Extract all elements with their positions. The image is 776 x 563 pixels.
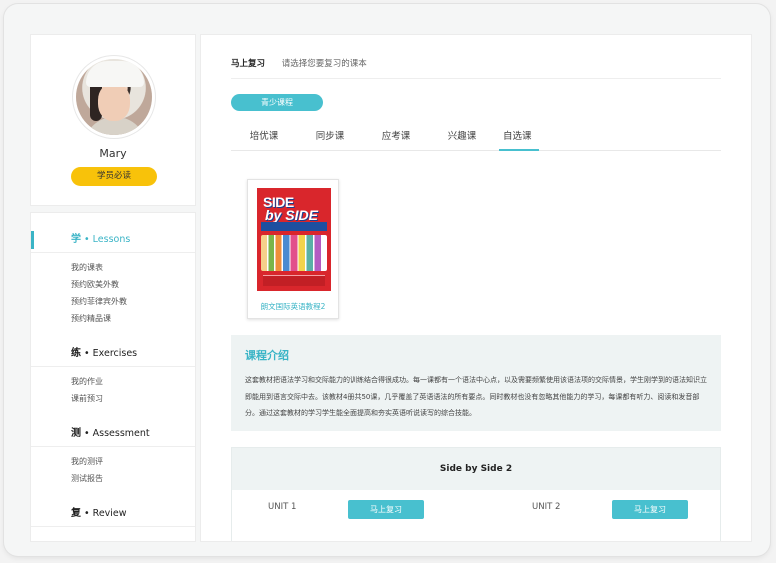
profile-card: Mary 学员必读 — [30, 34, 196, 206]
unit-label: UNIT 2 — [532, 502, 561, 512]
app-frame: Mary 学员必读 学 • Lessons 我的课表 预约欧美外教 预约菲律宾外… — [4, 4, 770, 556]
divider — [231, 78, 721, 79]
menu-item-test-report[interactable]: 测试报告 — [71, 470, 195, 487]
section-zh: 测 — [71, 428, 81, 439]
breadcrumb: 马上复习 请选择您要复习的课本 — [231, 57, 367, 69]
tab-interest[interactable]: 兴趣课 — [429, 125, 495, 150]
course-intro: 课程介绍 这套教材把语法学习和交际能力的训练结合得很成功。每一课都有一个语法中心… — [231, 335, 721, 431]
tab-advanced[interactable]: 培优课 — [231, 125, 297, 150]
avatar[interactable] — [76, 59, 152, 135]
section-en: • Review — [81, 508, 127, 519]
section-en: • Lessons — [81, 234, 131, 245]
section-en: • Exercises — [81, 348, 138, 359]
section-zh: 学 — [71, 234, 81, 245]
book-cover-image: SIDE by SIDE — [257, 188, 331, 291]
tab-sync[interactable]: 同步课 — [297, 125, 363, 150]
menu-section-lessons[interactable]: 学 • Lessons — [31, 227, 195, 253]
intro-heading: 课程介绍 — [245, 349, 289, 362]
student-guide-button[interactable]: 学员必读 — [71, 167, 157, 186]
menu-item-my-schedule[interactable]: 我的课表 — [71, 259, 195, 276]
menu-item-book-premium-class[interactable]: 预约精品课 — [71, 310, 195, 327]
course-tabs: 培优课 同步课 应考课 兴趣课 自选课 — [231, 125, 721, 151]
menu-item-preview[interactable]: 课前预习 — [71, 390, 195, 407]
menu-item-my-homework[interactable]: 我的作业 — [71, 373, 195, 390]
menu-section-review[interactable]: 复 • Review — [31, 501, 195, 527]
section-en: • Assessment — [81, 428, 150, 439]
category-pill[interactable]: 青少课程 — [231, 94, 323, 111]
section-zh: 复 — [71, 508, 81, 519]
menu-section-assessment[interactable]: 测 • Assessment — [31, 421, 195, 447]
units-panel: Side by Side 2 UNIT 1 马上复习 UNIT 2 马上复习 — [231, 447, 721, 541]
menu-item-book-filipino-teacher[interactable]: 预约菲律宾外教 — [71, 293, 195, 310]
sidebar-menu: 学 • Lessons 我的课表 预约欧美外教 预约菲律宾外教 预约精品课 练 … — [30, 212, 196, 542]
intro-text: 这套教材把语法学习和交际能力的训练结合得很成功。每一课都有一个语法中心点，以及需… — [245, 376, 707, 417]
tab-exam[interactable]: 应考课 — [363, 125, 429, 150]
page-hint: 请选择您要复习的课本 — [281, 59, 367, 69]
main-panel: 马上复习 请选择您要复习的课本 青少课程 培优课 同步课 应考课 兴趣课 自选课… — [200, 34, 752, 542]
book-title-link[interactable]: 朗文国际英语教程2 — [248, 301, 338, 312]
menu-section-exercises[interactable]: 练 • Exercises — [31, 341, 195, 367]
unit-label: UNIT 1 — [268, 502, 297, 512]
menu-item-book-western-teacher[interactable]: 预约欧美外教 — [71, 276, 195, 293]
section-zh: 练 — [71, 348, 81, 359]
review-unit-1-button[interactable]: 马上复习 — [348, 500, 424, 519]
review-unit-2-button[interactable]: 马上复习 — [612, 500, 688, 519]
username: Mary — [99, 147, 127, 160]
tab-elective[interactable]: 自选课 — [495, 125, 561, 151]
book-card[interactable]: SIDE by SIDE 朗文国际英语教程2 — [247, 179, 339, 319]
units-header: Side by Side 2 — [232, 448, 720, 490]
page-title: 马上复习 — [231, 59, 266, 69]
menu-item-my-assessment[interactable]: 我的测评 — [71, 453, 195, 470]
